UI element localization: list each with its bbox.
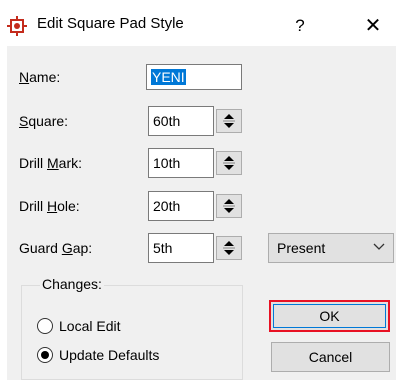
chevron-down-icon [373,243,385,250]
drill-mark-spin-button[interactable] [216,151,242,175]
spin-arrows-icon [223,156,235,170]
square-spin-button[interactable] [216,109,242,133]
drill-mark-label: Drill Mark: [19,155,83,171]
drill-hole-spin-button[interactable] [216,194,242,218]
name-label: Name: [19,69,61,85]
window-title: Edit Square Pad Style [37,15,184,32]
radio-local-edit-label: Local Edit [59,318,121,334]
changes-group-label: Changes: [40,276,104,292]
drill-hole-input[interactable]: 20th [148,191,214,221]
drill-mark-input[interactable]: 10th [148,148,214,178]
present-select[interactable]: Present [268,233,394,263]
present-select-value: Present [277,240,326,256]
square-label: Square: [19,113,69,129]
guard-gap-spin-button[interactable] [216,236,242,260]
radio-circle [37,318,53,334]
title-bar: Edit Square Pad Style ? ✕ [0,0,403,46]
spin-arrows-icon [223,241,235,255]
ok-button[interactable]: OK [269,300,390,332]
radio-circle-selected [37,347,53,363]
pad-icon [7,16,27,36]
guard-gap-stepper: 5th [148,233,246,263]
square-stepper: 60th [148,106,246,136]
drill-mark-stepper: 10th [148,148,246,178]
guard-gap-input[interactable]: 5th [148,233,214,263]
help-button[interactable]: ? [285,12,315,40]
focus-ring [273,304,386,328]
spin-arrows-icon [223,199,235,213]
spin-arrows-icon [223,114,235,128]
name-input[interactable]: YENI [146,64,242,90]
cancel-button[interactable]: Cancel [271,342,390,372]
drill-hole-label: Drill Hole: [19,198,80,214]
close-button[interactable]: ✕ [358,12,388,40]
name-value: YENI [151,69,186,85]
radio-local-edit[interactable]: Local Edit [37,316,237,338]
cancel-label: Cancel [308,349,353,365]
radio-update-defaults[interactable]: Update Defaults [37,345,237,367]
square-input[interactable]: 60th [148,106,214,136]
guard-gap-label: Guard Gap: [19,240,93,256]
radio-update-defaults-label: Update Defaults [59,347,160,363]
drill-hole-stepper: 20th [148,191,246,221]
